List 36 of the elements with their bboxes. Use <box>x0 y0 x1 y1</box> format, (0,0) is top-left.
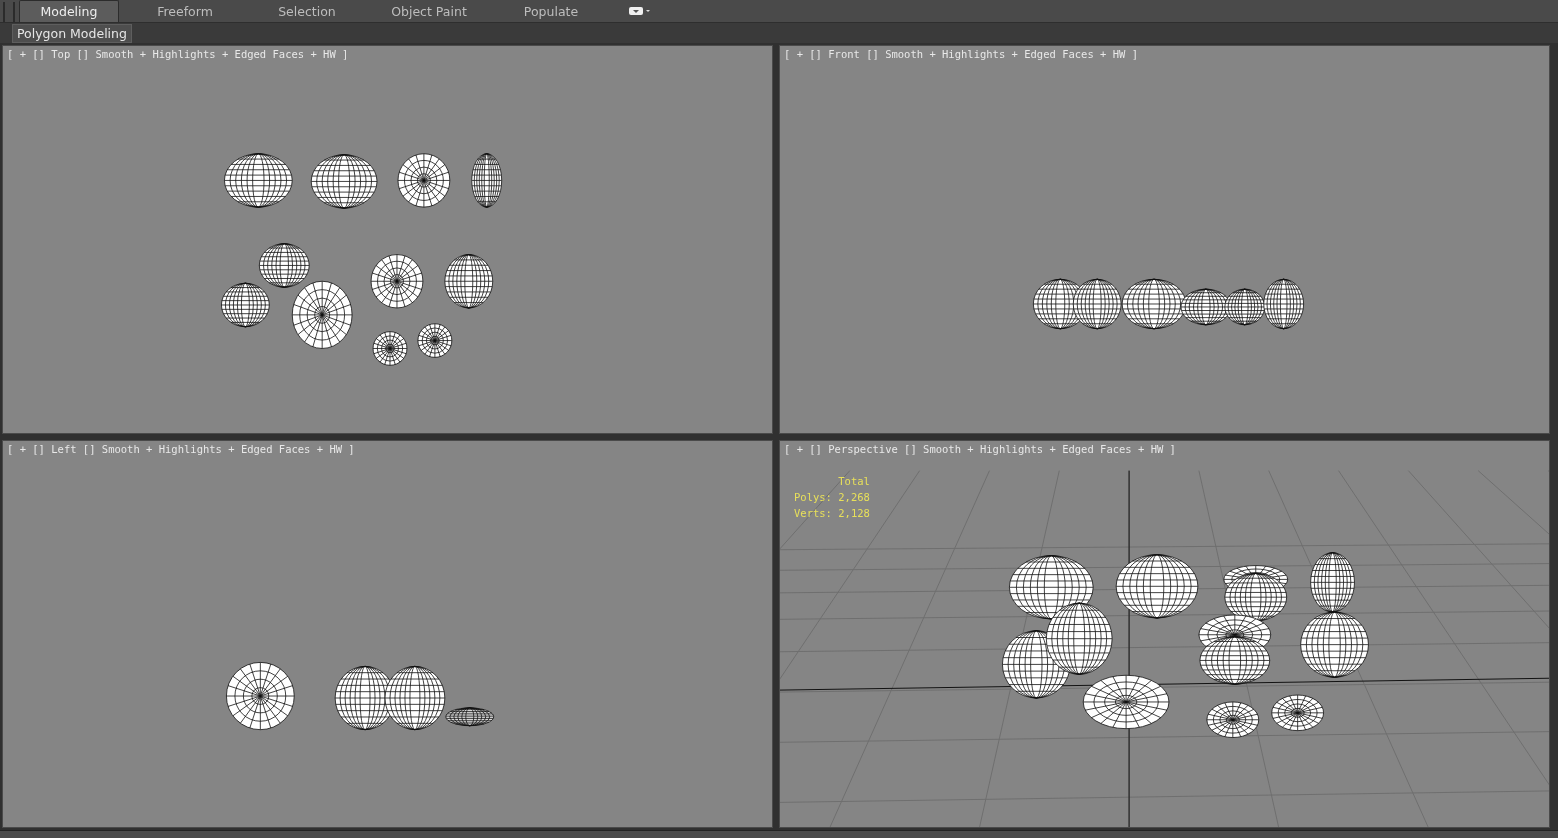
mesh-object-drawing <box>1263 278 1305 330</box>
viewport[interactable]: [ + [] Front [] Smooth + Highlights + Edged Faces + HW ] <box>779 45 1550 434</box>
viewport[interactable]: [ + [] Top [] Smooth + Highlights + Edged Faces + HW ] <box>2 45 773 434</box>
stats-text: Verts: 2,128 <box>794 505 870 521</box>
mesh-object-drawing <box>226 661 295 730</box>
viewport-label[interactable]: [ + [] Left [] Smooth + Highlights + Edged Faces + HW ] <box>7 442 355 455</box>
mesh-object-drawing <box>417 323 453 358</box>
mesh-object-drawing <box>224 153 293 208</box>
mesh-object-drawing <box>1224 288 1266 326</box>
mesh-object-drawing <box>1002 629 1071 698</box>
ribbon-tab[interactable]: Populate <box>499 1 603 22</box>
mesh-object-drawing <box>1199 635 1271 685</box>
mesh-object-drawing <box>471 153 503 208</box>
mesh-object-drawing <box>397 153 451 208</box>
mesh-object-drawing <box>1072 278 1122 330</box>
viewport[interactable]: [ + [] Perspective [] Smooth + Highlights + Edged Faces + HW ] Total Polys: 2,268 Verts: 2,128 <box>779 439 1550 828</box>
viewport[interactable]: [ + [] Left [] Smooth + Highlights + Edged Faces + HW ] <box>2 439 773 828</box>
mesh-object-drawing <box>372 331 408 366</box>
mesh-object-drawing <box>370 254 424 309</box>
ribbon-tab[interactable]: Modeling <box>19 0 119 22</box>
ribbon-tab[interactable]: Selection <box>255 1 359 22</box>
mesh-object-drawing <box>1271 694 1324 731</box>
viewport-label[interactable]: [ + [] Top [] Smooth + Highlights + Edged Faces + HW ] <box>7 48 349 60</box>
viewport-label[interactable]: [ + [] Perspective [] Smooth + Highlights + Edged Faces + HW ] <box>784 442 1176 455</box>
stats-heading: Total <box>837 473 870 489</box>
ribbon-tab[interactable]: Object Paint <box>377 1 481 22</box>
mesh-object-drawing <box>310 154 378 209</box>
mesh-object-drawing <box>1121 278 1187 330</box>
ribbon-tab[interactable]: Freeform <box>133 1 237 22</box>
stats-text: Polys: 2,268 <box>794 489 870 505</box>
viewport-label[interactable]: [ + [] Front [] Smooth + Highlights + Edged Faces + HW ] <box>784 48 1138 60</box>
mesh-object-drawing <box>444 254 494 309</box>
dropdown-icon[interactable] <box>629 6 651 16</box>
mesh-object-drawing <box>1206 701 1260 738</box>
mesh-object-drawing <box>221 282 270 328</box>
ribbon-panel-tab[interactable]: Polygon Modeling <box>12 23 132 43</box>
